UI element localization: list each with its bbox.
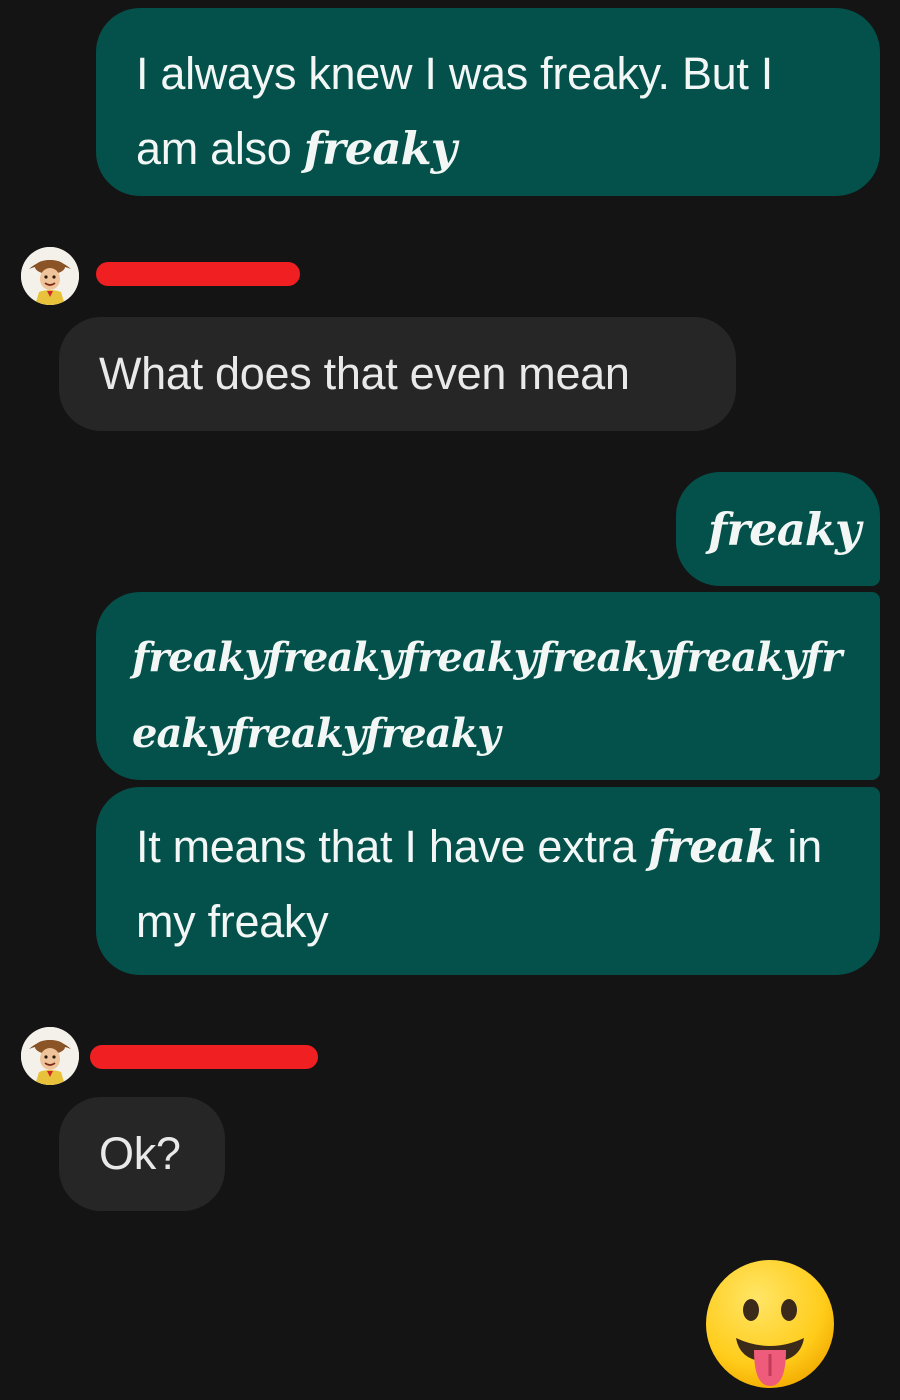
styled-text: freaky bbox=[708, 503, 861, 556]
tongue-out-emoji-icon[interactable] bbox=[704, 1258, 836, 1390]
woody-avatar-icon bbox=[21, 247, 79, 305]
outgoing-message-bubble[interactable]: freaky bbox=[676, 472, 880, 586]
message-text: Ok? bbox=[99, 1128, 181, 1179]
styled-text: freak bbox=[648, 820, 776, 873]
outgoing-message-bubble[interactable]: I always knew I was freaky. But I am als… bbox=[96, 8, 880, 196]
redacted-sender-name bbox=[90, 1045, 318, 1069]
woody-avatar-icon bbox=[21, 1027, 79, 1085]
incoming-message-bubble[interactable]: What does that even mean bbox=[59, 317, 736, 431]
incoming-message-bubble[interactable]: Ok? bbox=[59, 1097, 225, 1211]
message-text: What does that even mean bbox=[99, 348, 630, 399]
outgoing-message-bubble[interactable]: freakyfreakyfreakyfreakyfreakyfreakyfrea… bbox=[96, 592, 880, 780]
sender-avatar[interactable] bbox=[21, 1027, 79, 1085]
redacted-sender-name bbox=[96, 262, 300, 286]
styled-text: freakyfreakyfreakyfreakyfreakyfreakyfrea… bbox=[132, 634, 842, 757]
sender-avatar[interactable] bbox=[21, 247, 79, 305]
outgoing-message-bubble[interactable]: It means that I have extra freak in my f… bbox=[96, 787, 880, 975]
styled-text: freaky bbox=[303, 122, 457, 175]
message-text: It means that I have extra bbox=[136, 821, 649, 872]
